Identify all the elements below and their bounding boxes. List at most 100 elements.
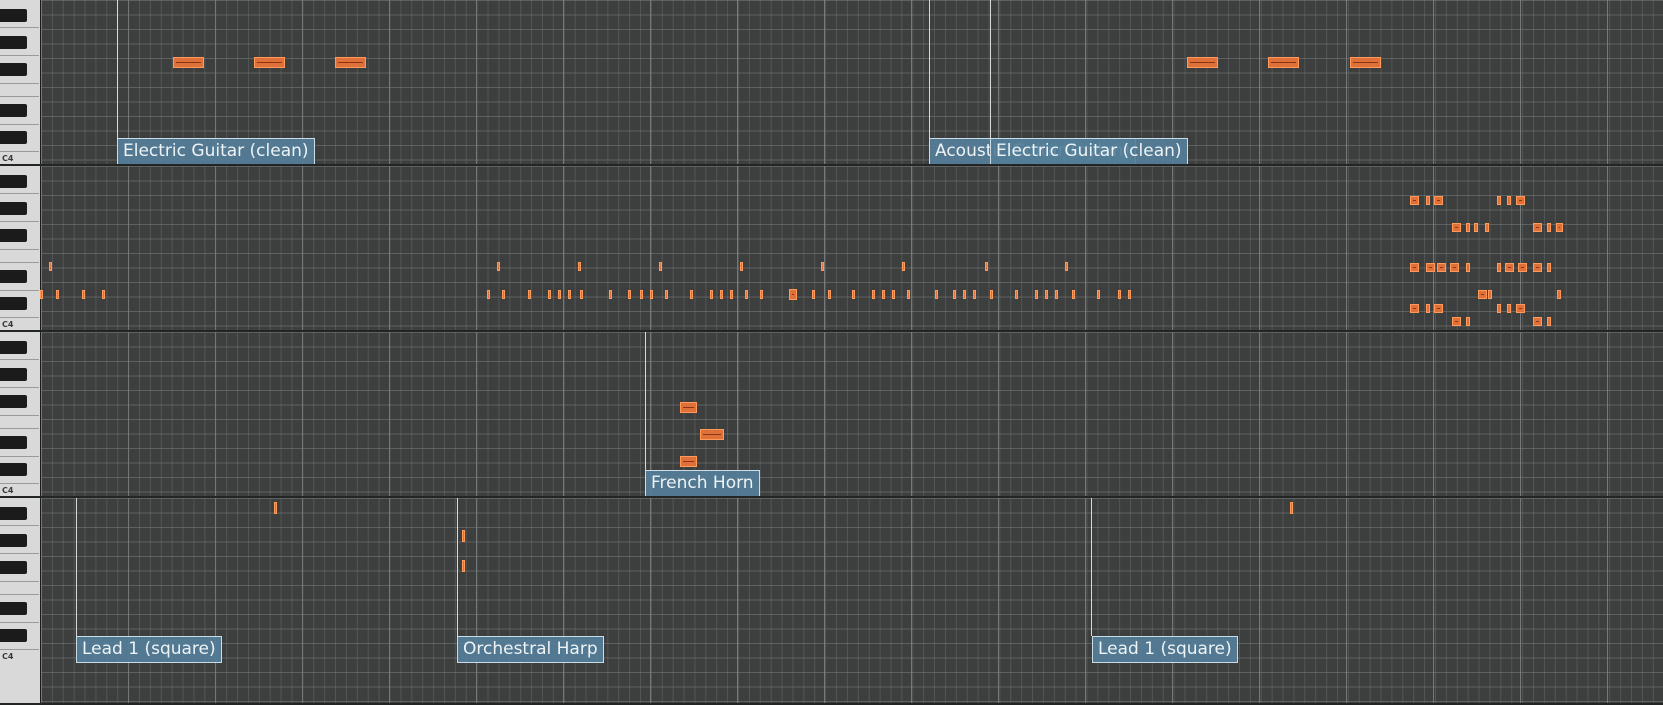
midi-note[interactable] — [760, 290, 763, 299]
black-key[interactable] — [0, 131, 27, 144]
midi-note[interactable] — [852, 290, 855, 299]
black-key[interactable] — [0, 9, 27, 22]
black-key[interactable] — [0, 229, 27, 242]
midi-note[interactable] — [665, 290, 668, 299]
midi-note[interactable] — [1426, 304, 1430, 313]
midi-note[interactable] — [1547, 317, 1551, 326]
midi-note[interactable] — [578, 262, 581, 271]
black-key[interactable] — [0, 175, 27, 188]
midi-note[interactable] — [990, 290, 993, 299]
white-key[interactable] — [0, 0, 39, 152]
note-grid[interactable] — [41, 498, 1663, 703]
black-key[interactable] — [0, 270, 27, 283]
black-key[interactable] — [0, 436, 27, 449]
track-label[interactable]: Electric Guitar (clean) — [990, 138, 1188, 164]
midi-note[interactable] — [274, 502, 277, 514]
midi-note[interactable] — [254, 57, 285, 68]
midi-note[interactable] — [558, 290, 561, 299]
track-lane[interactable]: C4 — [0, 166, 1663, 332]
midi-note[interactable] — [882, 290, 885, 299]
midi-note[interactable] — [1533, 223, 1542, 232]
midi-note[interactable] — [1466, 317, 1470, 326]
midi-note[interactable] — [1290, 502, 1293, 514]
midi-note[interactable] — [1497, 304, 1501, 313]
midi-note[interactable] — [548, 290, 551, 299]
piano-keyboard[interactable]: C4 — [0, 166, 41, 330]
midi-note[interactable] — [1097, 290, 1100, 299]
midi-note[interactable] — [1485, 223, 1489, 232]
midi-note[interactable] — [462, 530, 465, 542]
midi-note[interactable] — [1426, 263, 1435, 272]
midi-note[interactable] — [1410, 263, 1419, 272]
midi-note[interactable] — [56, 290, 59, 299]
black-key[interactable] — [0, 341, 27, 354]
midi-note[interactable] — [1437, 263, 1446, 272]
black-key[interactable] — [0, 368, 27, 381]
piano-keyboard[interactable]: C4 — [0, 498, 41, 703]
midi-note[interactable] — [487, 290, 490, 299]
midi-note[interactable] — [1497, 263, 1501, 272]
midi-note[interactable] — [1497, 196, 1501, 205]
midi-note[interactable] — [1055, 290, 1058, 299]
black-key[interactable] — [0, 395, 27, 408]
midi-note[interactable] — [628, 290, 631, 299]
midi-note[interactable] — [102, 290, 105, 299]
midi-note[interactable] — [710, 290, 713, 299]
midi-note[interactable] — [828, 290, 831, 299]
midi-note[interactable] — [1434, 196, 1443, 205]
midi-note[interactable] — [1507, 196, 1511, 205]
black-key[interactable] — [0, 629, 27, 642]
midi-note[interactable] — [720, 290, 723, 299]
midi-note[interactable] — [821, 262, 824, 271]
track-label[interactable]: Orchestral Harp — [457, 636, 604, 663]
midi-note[interactable] — [1452, 317, 1461, 326]
black-key[interactable] — [0, 202, 27, 215]
midi-note[interactable] — [1466, 263, 1470, 272]
midi-note[interactable] — [173, 57, 204, 68]
note-grid[interactable] — [41, 332, 1663, 496]
black-key[interactable] — [0, 104, 27, 117]
midi-note[interactable] — [700, 429, 724, 440]
midi-note[interactable] — [1533, 317, 1542, 326]
midi-note[interactable] — [1557, 290, 1561, 299]
midi-note[interactable] — [1516, 196, 1525, 205]
midi-note[interactable] — [1547, 223, 1551, 232]
white-key[interactable] — [0, 498, 39, 650]
midi-note[interactable] — [497, 262, 500, 271]
midi-note[interactable] — [1547, 263, 1551, 272]
midi-note[interactable] — [963, 290, 966, 299]
note-grid[interactable] — [41, 166, 1663, 330]
midi-note[interactable] — [907, 290, 910, 299]
midi-note[interactable] — [1072, 290, 1075, 299]
midi-note[interactable] — [680, 456, 697, 467]
midi-note[interactable] — [892, 290, 895, 299]
black-key[interactable] — [0, 463, 27, 476]
track-lane[interactable]: C4 French Horn — [0, 332, 1663, 498]
midi-note[interactable] — [740, 262, 743, 271]
midi-note[interactable] — [40, 290, 43, 299]
black-key[interactable] — [0, 63, 27, 76]
midi-note[interactable] — [462, 560, 465, 572]
black-key[interactable] — [0, 561, 27, 574]
midi-note[interactable] — [1035, 290, 1038, 299]
track-label[interactable]: Lead 1 (square) — [1092, 636, 1238, 663]
midi-note[interactable] — [985, 262, 988, 271]
midi-note[interactable] — [528, 290, 531, 299]
midi-note[interactable] — [1065, 262, 1068, 271]
midi-note[interactable] — [1015, 290, 1018, 299]
midi-note[interactable] — [1426, 196, 1430, 205]
track-label[interactable]: Electric Guitar (clean) — [117, 138, 315, 164]
midi-note[interactable] — [82, 290, 85, 299]
midi-note[interactable] — [745, 290, 748, 299]
midi-note[interactable] — [1128, 290, 1131, 299]
piano-keyboard[interactable]: C4 — [0, 0, 41, 164]
midi-note[interactable] — [1505, 263, 1514, 272]
black-key[interactable] — [0, 602, 27, 615]
white-key[interactable] — [0, 332, 39, 484]
midi-note[interactable] — [1516, 304, 1525, 313]
midi-note[interactable] — [1268, 57, 1299, 68]
midi-note[interactable] — [659, 262, 662, 271]
midi-note[interactable] — [1434, 304, 1443, 313]
midi-note[interactable] — [1518, 263, 1527, 272]
piano-roll[interactable]: C4Electric Guitar (clean)Acoustic Guitar… — [0, 0, 1663, 705]
